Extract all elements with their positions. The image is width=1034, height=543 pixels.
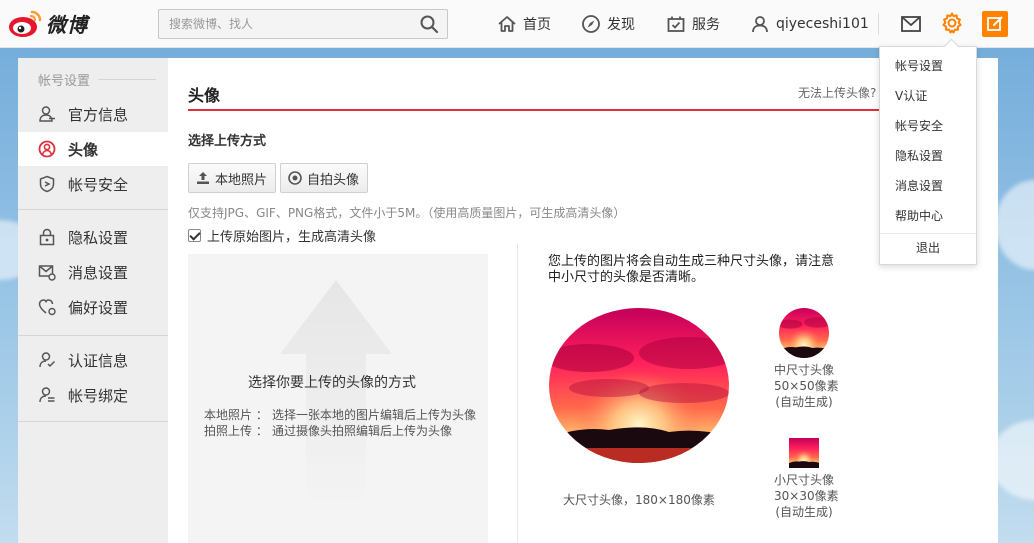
sidebar-item-label: 帐号安全 xyxy=(68,176,129,194)
nav-home-label: 首页 xyxy=(523,17,551,33)
upload-help-link[interactable]: 无法上传头像? xyxy=(798,84,876,101)
sidebar-item-label: 头像 xyxy=(68,141,99,159)
sidebar-item-label: 偏好设置 xyxy=(68,299,129,317)
sidebar-item-privacy[interactable]: 隐私设置 xyxy=(18,220,168,254)
sidebar-divider xyxy=(18,209,168,210)
camera-icon xyxy=(288,171,302,185)
settings-panel: 帐号设置 官方信息 头像 帐号安全 隐私设置 消息设置 偏好设置 认证信息 帐号… xyxy=(18,58,998,543)
selfie-button[interactable]: 自拍头像 xyxy=(280,163,369,193)
sidebar-item-preferences[interactable]: 偏好设置 xyxy=(18,290,168,324)
sidebar-item-label: 帐号绑定 xyxy=(68,387,129,405)
sidebar-section-title: 帐号设置 xyxy=(18,70,168,89)
sunset-image xyxy=(549,308,729,463)
sidebar-item-official-info[interactable]: 官方信息 xyxy=(18,97,168,131)
nav-discover-label: 发现 xyxy=(607,17,635,33)
settings-dropdown-menu: 帐号设置 V认证 帐号安全 隐私设置 消息设置 帮助中心 退出 xyxy=(879,46,977,265)
user-info-icon xyxy=(39,106,55,122)
nav-divider xyxy=(878,13,879,35)
bind-account-icon xyxy=(39,387,55,403)
menu-item-help-center[interactable]: 帮助中心 xyxy=(895,207,943,224)
message-settings-icon xyxy=(38,265,56,281)
nav-service[interactable]: 服务 xyxy=(666,12,720,36)
drop-area-local-line: 本地照片 ：选择一张本地的图片编辑后上传为头像 xyxy=(204,408,477,422)
drop-area-title: 选择你要上传的头像的方式 xyxy=(248,375,416,391)
gear-icon[interactable] xyxy=(940,11,964,35)
upload-drop-area[interactable]: 选择你要上传的头像的方式 本地照片 ：选择一张本地的图片编辑后上传为头像 拍照上… xyxy=(188,254,488,543)
upload-icon xyxy=(197,172,209,184)
nav-home[interactable]: 首页 xyxy=(497,12,551,36)
sidebar-item-account-binding[interactable]: 帐号绑定 xyxy=(18,378,168,412)
avatar-preview-small xyxy=(789,438,819,468)
sidebar-item-label: 认证信息 xyxy=(68,352,129,370)
sidebar-divider xyxy=(18,335,168,336)
sidebar-item-verification-info[interactable]: 认证信息 xyxy=(18,343,168,377)
compose-button[interactable] xyxy=(982,11,1008,37)
compose-icon xyxy=(987,16,1003,31)
menu-item-account-security[interactable]: 帐号安全 xyxy=(895,117,943,134)
hd-upload-label: 上传原始图片，生成高清头像 xyxy=(207,230,377,245)
shield-icon xyxy=(39,175,55,193)
weibo-logo[interactable]: 微博 xyxy=(8,8,88,38)
preview-divider xyxy=(517,244,518,543)
avatar-preview-large xyxy=(549,308,729,463)
menu-divider xyxy=(880,233,976,234)
nav-service-label: 服务 xyxy=(692,17,720,33)
nav-user-profile[interactable]: qiyeceshi101 xyxy=(750,12,869,36)
title-underline xyxy=(188,109,908,111)
sidebar-item-label: 消息设置 xyxy=(68,264,129,282)
menu-item-v-verification[interactable]: V认证 xyxy=(895,87,927,104)
settings-sidebar: 帐号设置 官方信息 头像 帐号安全 隐私设置 消息设置 偏好设置 认证信息 帐号… xyxy=(18,58,168,543)
upload-format-hint: 仅支持JPG、GIF、PNG格式，文件小于5M。（使用高质量图片，可生成高清头像… xyxy=(188,206,626,220)
user-icon xyxy=(752,16,768,33)
nav-username: qiyeceshi101 xyxy=(776,16,869,32)
avatar-icon xyxy=(38,140,56,158)
home-icon xyxy=(498,16,516,32)
service-icon xyxy=(667,16,685,32)
compass-icon xyxy=(582,15,600,33)
avatar-small-caption: 小尺寸头像 30×30像素 (自动生成) xyxy=(774,473,839,519)
verified-user-icon xyxy=(39,352,56,368)
hd-upload-checkbox[interactable] xyxy=(188,229,201,242)
top-navigation-bar: 微博 首页 发现 服务 qiyeceshi101 xyxy=(0,0,1034,48)
search-box xyxy=(158,9,448,39)
sunset-image xyxy=(789,438,819,468)
nav-discover[interactable]: 发现 xyxy=(581,12,635,36)
search-input[interactable] xyxy=(159,10,409,38)
cloud-decoration xyxy=(995,180,1034,270)
sidebar-item-account-security[interactable]: 帐号安全 xyxy=(18,167,168,201)
preview-note: 您上传的图片将会自动生成三种尺寸头像，请注意中小尺寸的头像是否清晰。 xyxy=(548,254,835,285)
hd-upload-option[interactable]: 上传原始图片，生成高清头像 xyxy=(188,226,376,245)
sidebar-item-avatar[interactable]: 头像 xyxy=(18,132,168,166)
lock-icon xyxy=(39,228,55,246)
page-title: 头像 xyxy=(188,86,221,105)
sidebar-divider xyxy=(18,421,168,422)
avatar-large-caption: 大尺寸头像，180×180像素 xyxy=(563,493,715,507)
menu-item-privacy-settings[interactable]: 隐私设置 xyxy=(895,147,943,164)
sidebar-item-label: 隐私设置 xyxy=(68,229,129,247)
upload-method-title: 选择上传方式 xyxy=(188,134,267,149)
search-icon[interactable] xyxy=(419,14,439,34)
avatar-medium-caption: 中尺寸头像 50×50像素 (自动生成) xyxy=(774,363,839,409)
menu-item-logout[interactable]: 退出 xyxy=(880,239,976,256)
mail-icon[interactable] xyxy=(900,14,922,34)
menu-item-message-settings[interactable]: 消息设置 xyxy=(895,177,943,194)
logo-text: 微博 xyxy=(46,12,88,37)
upload-arrow-icon xyxy=(280,280,392,510)
weibo-eye-icon xyxy=(9,10,42,37)
sidebar-item-label: 官方信息 xyxy=(68,106,129,124)
sunset-image xyxy=(779,308,829,358)
sidebar-item-message-settings[interactable]: 消息设置 xyxy=(18,255,168,289)
avatar-settings-content: 头像 无法上传头像? 选择上传方式 本地照片 自拍头像 仅支持JPG、GIF、P… xyxy=(168,58,998,543)
drop-area-camera-line: 拍照上传 ：通过摄像头拍照编辑后上传为头像 xyxy=(204,424,453,438)
local-photo-button[interactable]: 本地照片 xyxy=(188,163,277,193)
menu-item-account-settings[interactable]: 帐号设置 xyxy=(895,57,943,74)
heart-settings-icon xyxy=(38,299,56,316)
avatar-preview-medium xyxy=(779,308,829,358)
